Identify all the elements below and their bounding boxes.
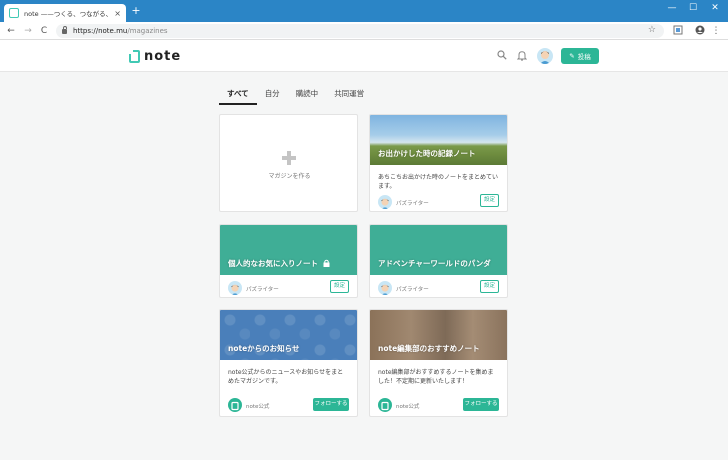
bookmark-star-icon[interactable]: ☆ xyxy=(648,25,656,35)
extension-icon[interactable] xyxy=(673,25,683,35)
lock-icon xyxy=(323,259,330,267)
magazine-title: noteからのお知らせ xyxy=(228,344,300,353)
profile-icon[interactable] xyxy=(695,25,705,35)
forward-button[interactable]: → xyxy=(22,25,34,37)
post-button-label: 投稿 xyxy=(577,53,591,61)
magazine-card[interactable]: お出かけした時の記録ノート あちこちお出かけた時のノートをまとめています。 パズ… xyxy=(369,114,508,212)
lock-icon xyxy=(62,25,67,34)
note-official-avatar xyxy=(378,398,392,412)
magazine-cover-image: noteからのお知らせ xyxy=(220,310,357,360)
magazine-tabs: すべて 自分 購読中 共同運営 xyxy=(219,88,509,105)
reload-button[interactable]: C xyxy=(38,25,50,37)
url-path: /magazines xyxy=(127,27,168,35)
settings-button[interactable]: 設定 xyxy=(330,280,349,293)
tab-shared[interactable]: 共同運営 xyxy=(326,88,372,105)
tab-close-icon[interactable]: × xyxy=(114,9,121,18)
magazine-card[interactable]: noteからのお知らせ note公式からのニュースやお知らせをまとめたマガジンで… xyxy=(219,309,358,417)
magazine-card[interactable]: アドベンチャーワールドのパンダ パズライター 設定 xyxy=(369,224,508,298)
search-icon[interactable] xyxy=(497,50,507,60)
browser-menu-icon[interactable]: ⋮ xyxy=(710,25,722,37)
magazine-cover-image: 個人的なお気に入りノート xyxy=(220,225,357,275)
tab-mine[interactable]: 自分 xyxy=(257,88,288,105)
new-tab-button[interactable]: + xyxy=(130,5,142,17)
minimize-button[interactable]: — xyxy=(665,3,679,13)
magazine-cover-image: アドベンチャーワールドのパンダ xyxy=(370,225,507,275)
user-avatar[interactable] xyxy=(537,48,553,64)
url-host: https://note.mu xyxy=(73,27,128,35)
author-name: パズライター xyxy=(246,287,279,293)
magazine-title: note編集部のおすすめノート xyxy=(378,344,480,353)
author-avatar xyxy=(378,281,392,295)
note-logo-icon xyxy=(129,50,140,63)
magazine-card[interactable]: note編集部のおすすめノート note編集部がおすすめするノートを集めました！… xyxy=(369,309,508,417)
follow-button[interactable]: フォローする xyxy=(463,398,499,411)
author-avatar xyxy=(378,195,392,209)
note-official-avatar xyxy=(228,398,242,412)
author-avatar xyxy=(228,281,242,295)
author-name: パズライター xyxy=(396,287,429,293)
magazine-card[interactable]: 個人的なお気に入りノート パズライター 設定 xyxy=(219,224,358,298)
note-logo[interactable]: note xyxy=(129,49,181,64)
magazine-cover-image: note編集部のおすすめノート xyxy=(370,310,507,360)
browser-tab[interactable]: note ——つくる、つながる、とどける。 × xyxy=(4,4,126,22)
browser-toolbar: ← → C https://note.mu/magazines ☆ ⋮ xyxy=(0,22,728,40)
maximize-button[interactable]: ☐ xyxy=(686,3,700,13)
address-bar[interactable]: https://note.mu/magazines ☆ xyxy=(56,24,664,38)
magazine-title: アドベンチャーワールドのパンダ xyxy=(378,259,491,268)
author-name: note公式 xyxy=(246,404,270,410)
back-button[interactable]: ← xyxy=(5,25,17,37)
magazine-description: あちこちお出かけた時のノートをまとめています。 xyxy=(378,174,499,190)
create-magazine-card[interactable]: マガジンを作る xyxy=(219,114,358,212)
note-favicon-icon xyxy=(9,8,19,18)
browser-titlebar: note ——つくる、つながる、とどける。 × + — ☐ ✕ xyxy=(0,0,728,22)
magazine-cover-image: お出かけした時の記録ノート xyxy=(370,115,507,165)
magazine-title: 個人的なお気に入りノート xyxy=(228,258,330,269)
settings-button[interactable]: 設定 xyxy=(480,194,499,207)
author-name: パズライター xyxy=(396,201,429,207)
plus-icon xyxy=(282,151,296,165)
bell-icon[interactable] xyxy=(517,50,527,61)
site-header: note ✎ 投稿 xyxy=(0,40,728,72)
logo-text: note xyxy=(144,49,182,64)
follow-button[interactable]: フォローする xyxy=(313,398,349,411)
tab-subscribed[interactable]: 購読中 xyxy=(288,88,327,105)
tab-all[interactable]: すべて xyxy=(219,88,257,105)
magazine-description: note編集部がおすすめするノートを集めました！不定期に更新いたします！ xyxy=(378,369,494,385)
tab-title: note ——つくる、つながる、とどける。 xyxy=(24,10,111,18)
settings-button[interactable]: 設定 xyxy=(480,280,499,293)
pencil-icon: ✎ xyxy=(569,52,575,60)
create-magazine-label: マガジンを作る xyxy=(268,173,311,180)
author-name: note公式 xyxy=(396,404,420,410)
post-button[interactable]: ✎ 投稿 xyxy=(561,48,599,64)
window-close-button[interactable]: ✕ xyxy=(708,3,722,13)
magazine-title: お出かけした時の記録ノート xyxy=(378,149,476,158)
magazine-description: note公式からのニュースやお知らせをまとめたマガジンです。 xyxy=(228,369,344,385)
